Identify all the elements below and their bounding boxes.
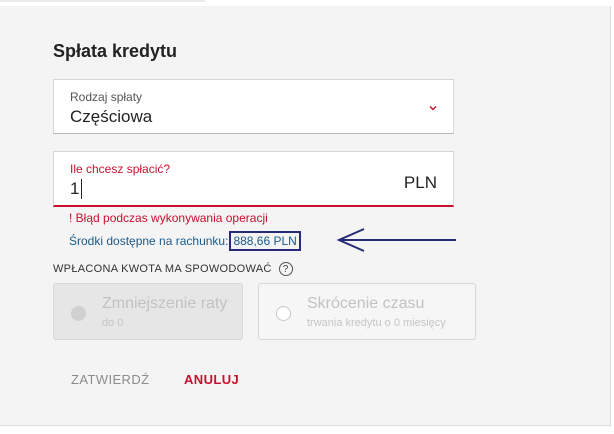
option-subtitle: trwania kredytu o 0 miesięcy bbox=[307, 317, 446, 329]
confirm-button[interactable]: ZATWIERDŹ bbox=[71, 372, 149, 387]
amount-input[interactable] bbox=[70, 178, 370, 200]
effect-section-label: WPŁACONA KWOTA MA SPOWODOWAĆ ? bbox=[53, 262, 293, 276]
available-funds: Środki dostępne na rachunku: 888,66 PLN bbox=[69, 231, 301, 251]
radio-button[interactable] bbox=[276, 306, 291, 321]
effect-section-text: WPŁACONA KWOTA MA SPOWODOWAĆ bbox=[53, 263, 272, 275]
option-reduce-installment[interactable]: Zmniejszenie raty do 0 bbox=[53, 283, 243, 340]
option-subtitle: do 0 bbox=[102, 317, 124, 329]
radio-button[interactable] bbox=[71, 306, 86, 321]
cancel-button[interactable]: ANULUJ bbox=[184, 372, 239, 387]
available-funds-label: Środki dostępne na rachunku: bbox=[69, 234, 229, 248]
amount-label: Ile chcesz spłacić? bbox=[70, 162, 171, 176]
available-funds-amount: 888,66 PLN bbox=[229, 231, 301, 251]
currency-label: PLN bbox=[403, 173, 437, 192]
amount-field[interactable]: Ile chcesz spłacić? PLN bbox=[53, 151, 454, 207]
help-icon[interactable]: ? bbox=[278, 262, 293, 276]
error-message: ! Błąd podczas wykonywania operacji bbox=[69, 211, 268, 225]
annotation-arrow-icon bbox=[336, 228, 456, 252]
page-title: Spłata kredytu bbox=[53, 41, 178, 61]
option-title: Zmniejszenie raty bbox=[102, 295, 228, 312]
repayment-type-select[interactable]: Rodzaj spłaty Częściowa bbox=[53, 79, 454, 134]
option-shorten-term[interactable]: Skrócenie czasu trwania kredytu o 0 mies… bbox=[258, 283, 476, 340]
repayment-type-label: Rodzaj spłaty bbox=[70, 90, 143, 104]
chevron-down-icon[interactable] bbox=[429, 104, 437, 112]
repayment-type-value: Częściowa bbox=[70, 107, 153, 126]
option-title: Skrócenie czasu bbox=[307, 295, 425, 312]
text-caret bbox=[81, 179, 82, 199]
